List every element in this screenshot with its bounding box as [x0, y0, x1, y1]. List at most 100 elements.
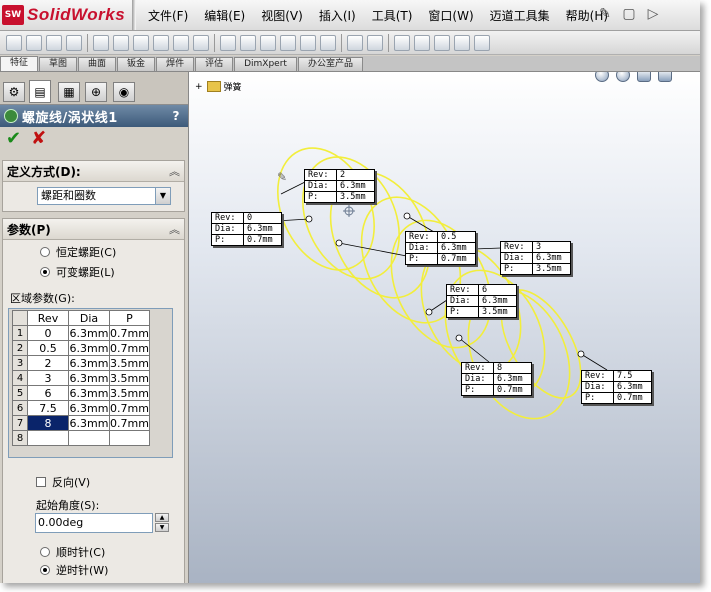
cut-extrude-icon[interactable]	[93, 34, 109, 51]
menu-view[interactable]: 视图(V)	[253, 7, 311, 24]
start-angle-input[interactable]: 0.00deg	[35, 513, 153, 533]
rev-cell[interactable]: 7.5	[27, 400, 69, 416]
curves-icon[interactable]	[367, 34, 383, 51]
constant-pitch-radio[interactable]	[40, 247, 50, 257]
control-point[interactable]	[577, 350, 585, 358]
rev-cell-selected[interactable]: 8	[27, 415, 69, 431]
pattern-icon[interactable]	[260, 34, 276, 51]
tab-surfaces[interactable]: 曲面	[78, 57, 117, 71]
extrude-icon[interactable]	[6, 34, 22, 51]
mirror-icon[interactable]	[280, 34, 296, 51]
control-point[interactable]	[455, 334, 463, 342]
feature-manager-tab-icon[interactable]: ⚙	[3, 82, 25, 102]
region-callout[interactable]: Rev: 0.5 Dia: 6.3mm P: 0.7mm	[405, 231, 476, 265]
ok-button[interactable]: ✔	[6, 130, 21, 148]
chamfer-icon[interactable]	[193, 34, 209, 51]
menu-file[interactable]: 文件(F)	[140, 7, 196, 24]
tab-sheet-metal[interactable]: 钣金	[117, 57, 156, 71]
pitch-cell[interactable]	[109, 430, 150, 446]
dropdown-arrow-icon[interactable]: ▼	[155, 188, 170, 204]
cut-sweep-icon[interactable]	[133, 34, 149, 51]
dia-cell[interactable]: 6.3mm	[68, 385, 110, 401]
help-icon[interactable]: ?	[168, 108, 184, 124]
menu-tools[interactable]: 工具(T)	[364, 7, 421, 24]
region-callout[interactable]: Rev: 8 Dia: 6.3mm P: 0.7mm	[461, 362, 532, 396]
solidworks-logo[interactable]: SW SolidWorks	[2, 3, 125, 27]
dia-cell[interactable]	[68, 430, 110, 446]
variable-pitch-option[interactable]: 可变螺距(L)	[40, 264, 115, 280]
new-document-icon[interactable]: ▢	[620, 4, 638, 24]
dia-cell[interactable]: 6.3mm	[68, 400, 110, 416]
rev-cell[interactable]: 0	[27, 325, 69, 341]
tab-dimxpert[interactable]: DimXpert	[234, 57, 297, 71]
counterclockwise-option[interactable]: 逆时针(W)	[40, 562, 108, 578]
intersect-icon[interactable]	[454, 34, 470, 51]
menu-toolset[interactable]: 迈道工具集	[482, 7, 558, 24]
menu-window[interactable]: 窗口(W)	[420, 7, 481, 24]
control-point[interactable]	[403, 212, 411, 220]
dia-cell[interactable]: 6.3mm	[68, 325, 110, 341]
tab-weldments[interactable]: 焊件	[156, 57, 195, 71]
cut-loft-icon[interactable]	[153, 34, 169, 51]
rev-cell[interactable]: 2	[27, 355, 69, 371]
combine-icon[interactable]	[474, 34, 490, 51]
collapse-chevron-icon[interactable]: ︽	[169, 163, 180, 179]
move-face-icon[interactable]	[414, 34, 430, 51]
pitch-cell[interactable]: 0.7mm	[109, 415, 150, 431]
tab-sketch[interactable]: 草图	[39, 57, 78, 71]
revolve-icon[interactable]	[26, 34, 42, 51]
pitch-cell[interactable]: 0.7mm	[109, 400, 150, 416]
loft-icon[interactable]	[66, 34, 82, 51]
dia-cell[interactable]: 6.3mm	[68, 415, 110, 431]
parameters-header[interactable]: 参数(P) ︽	[3, 219, 184, 240]
control-point[interactable]	[335, 239, 343, 247]
region-callout[interactable]: Rev: 2 Dia: 6.3mm P: 3.5mm	[304, 169, 375, 203]
region-callout[interactable]: Rev: 3 Dia: 6.3mm P: 3.5mm	[500, 241, 571, 275]
reverse-checkbox[interactable]	[36, 477, 46, 487]
cancel-button[interactable]: ✘	[31, 130, 46, 148]
defined-by-dropdown[interactable]: 螺距和圈数 ▼	[37, 187, 171, 205]
tab-evaluate[interactable]: 评估	[195, 57, 234, 71]
cut-revolve-icon[interactable]	[113, 34, 129, 51]
rev-cell[interactable]: 3	[27, 370, 69, 386]
open-icon[interactable]: ▷	[644, 4, 662, 24]
region-callout[interactable]: Rev: 6 Dia: 6.3mm P: 3.5mm	[446, 284, 517, 318]
dia-cell[interactable]: 6.3mm	[68, 355, 110, 371]
control-point[interactable]	[425, 308, 433, 316]
rib-icon[interactable]	[240, 34, 256, 51]
collapse-chevron-icon[interactable]: ︽	[169, 221, 180, 237]
clockwise-radio[interactable]	[40, 547, 50, 557]
variable-pitch-radio[interactable]	[40, 267, 50, 277]
dia-cell[interactable]: 6.3mm	[68, 370, 110, 386]
region-callout[interactable]: Rev: 0 Dia: 6.3mm P: 0.7mm	[211, 212, 282, 246]
display-manager-tab-icon[interactable]: ◉	[113, 82, 135, 102]
pitch-cell[interactable]: 3.5mm	[109, 385, 150, 401]
split-line-icon[interactable]	[394, 34, 410, 51]
delete-face-icon[interactable]	[434, 34, 450, 51]
shell-icon[interactable]	[220, 34, 236, 51]
rev-cell[interactable]	[27, 430, 69, 446]
pitch-cell[interactable]: 0.7mm	[109, 325, 150, 341]
spin-down-icon[interactable]: ▼	[155, 523, 169, 532]
tab-office-products[interactable]: 办公室产品	[297, 57, 363, 71]
pin-icon[interactable]: ✎	[596, 4, 614, 24]
configuration-manager-tab-icon[interactable]: ▦	[58, 82, 80, 102]
rev-cell[interactable]: 0.5	[27, 340, 69, 356]
control-point[interactable]	[305, 215, 313, 223]
tab-features[interactable]: 特征	[0, 56, 39, 71]
hole-icon[interactable]	[300, 34, 316, 51]
menu-insert[interactable]: 插入(I)	[311, 7, 364, 24]
reverse-option[interactable]: 反向(V)	[36, 474, 90, 490]
rev-cell[interactable]: 6	[27, 385, 69, 401]
property-manager-tab-icon[interactable]: ▤	[29, 80, 51, 103]
spin-up-icon[interactable]: ▲	[155, 513, 169, 522]
constant-pitch-option[interactable]: 恒定螺距(C)	[40, 244, 116, 260]
region-callout[interactable]: Rev: 7.5 Dia: 6.3mm P: 0.7mm	[581, 370, 652, 404]
region-parameters-table[interactable]: Rev Dia P 1 0 6.3mm 0.7mm 2 0.5 6.3mm 0.…	[12, 310, 150, 446]
start-angle-spinner[interactable]: ▲ ▼	[155, 513, 169, 533]
graphics-area[interactable]: + 弹簧 Rev: 2 Dia: 6.3mm P: 3.5mm Rev: 0 D…	[189, 72, 700, 583]
clockwise-option[interactable]: 顺时针(C)	[40, 544, 105, 560]
dimxpert-manager-tab-icon[interactable]: ⊕	[85, 82, 107, 102]
counterclockwise-radio[interactable]	[40, 565, 50, 575]
fillet-icon[interactable]	[173, 34, 189, 51]
